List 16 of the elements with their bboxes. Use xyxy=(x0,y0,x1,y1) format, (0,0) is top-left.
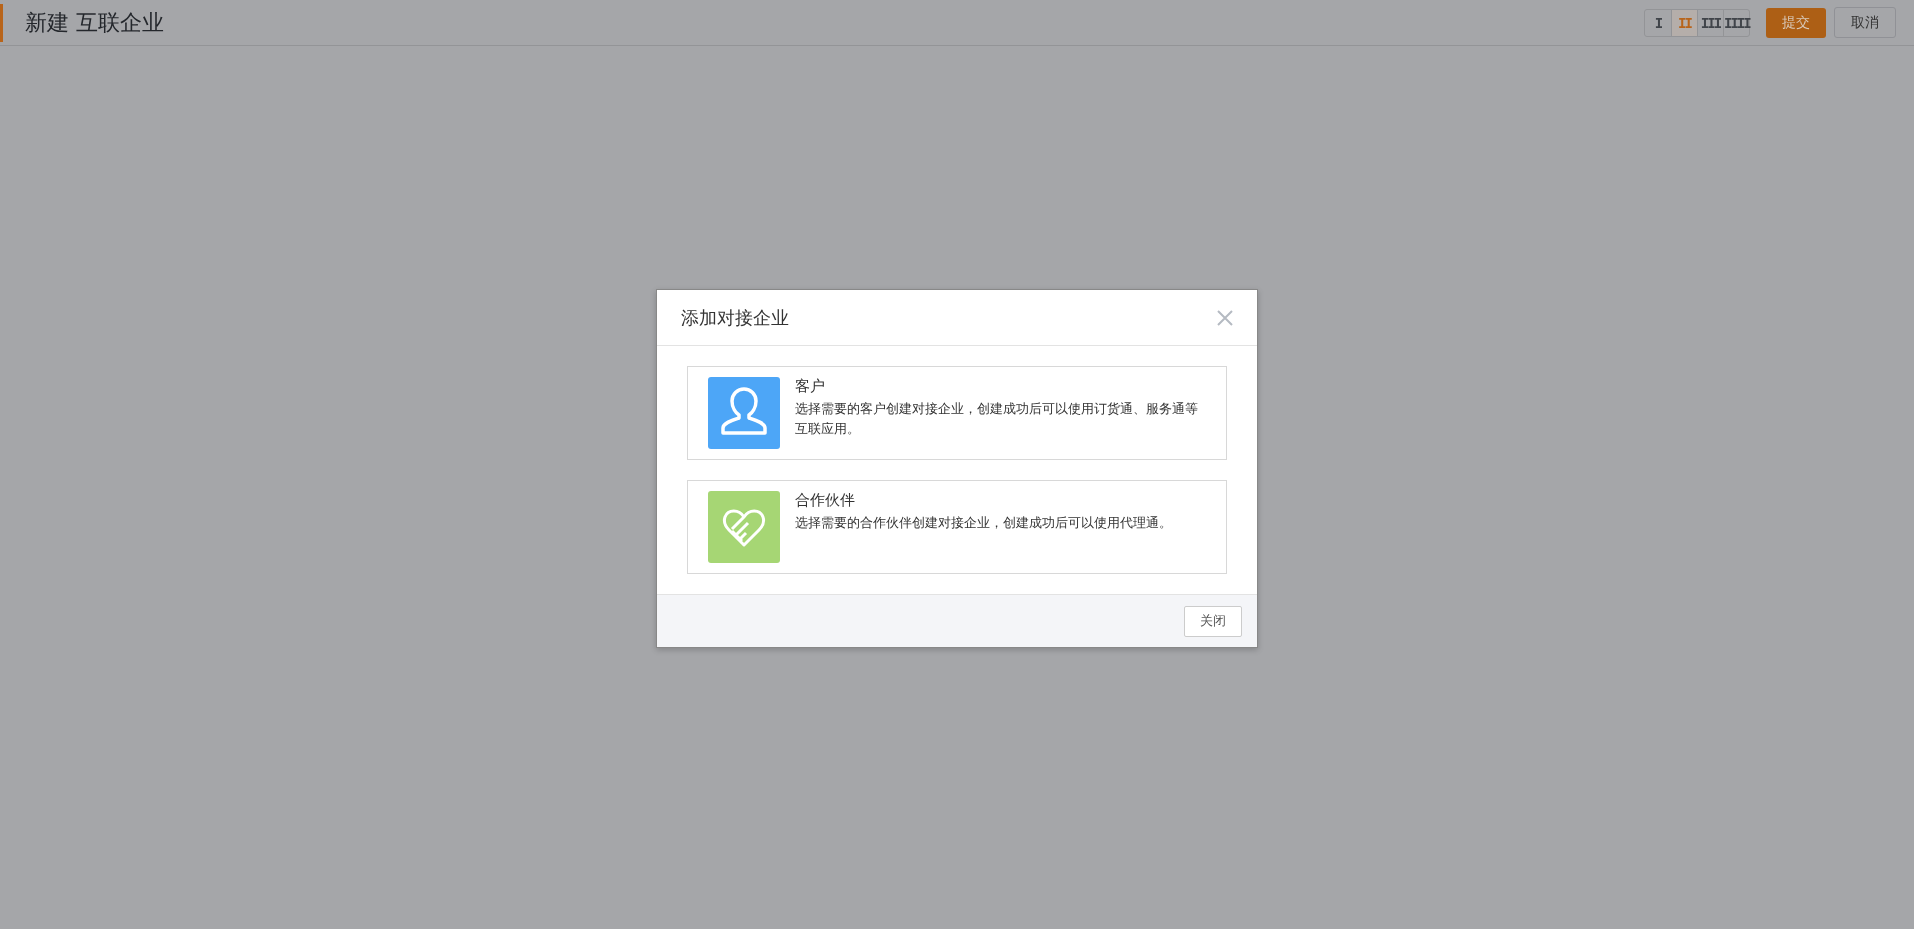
column-layout-tab[interactable]: III xyxy=(1697,9,1723,36)
submit-button[interactable]: 提交 xyxy=(1766,7,1826,38)
option-card[interactable]: 合作伙伴 选择需要的合作伙伴创建对接企业，创建成功后可以使用代理通。 xyxy=(687,480,1227,574)
person-icon xyxy=(708,377,780,449)
column-layout-tab[interactable]: IIII xyxy=(1723,9,1749,36)
column-layout-tab[interactable]: I xyxy=(1645,9,1671,36)
page-title: 新建 互联企业 xyxy=(25,8,164,37)
close-icon[interactable] xyxy=(1217,309,1233,326)
option-card[interactable]: 客户 选择需要的客户创建对接企业，创建成功后可以使用订货通、服务通等互联应用。 xyxy=(687,366,1227,460)
option-title: 客户 xyxy=(795,377,826,396)
option-description: 选择需要的合作伙伴创建对接企业，创建成功后可以使用代理通。 xyxy=(795,514,1172,532)
option-title: 合作伙伴 xyxy=(795,491,856,510)
dialog-title: 添加对接企业 xyxy=(681,305,790,330)
option-description: 选择需要的客户创建对接企业，创建成功后可以使用订货通、服务通等互联应用。 xyxy=(795,400,1199,438)
cancel-button[interactable]: 取消 xyxy=(1834,7,1896,38)
close-button[interactable]: 关闭 xyxy=(1184,605,1242,637)
